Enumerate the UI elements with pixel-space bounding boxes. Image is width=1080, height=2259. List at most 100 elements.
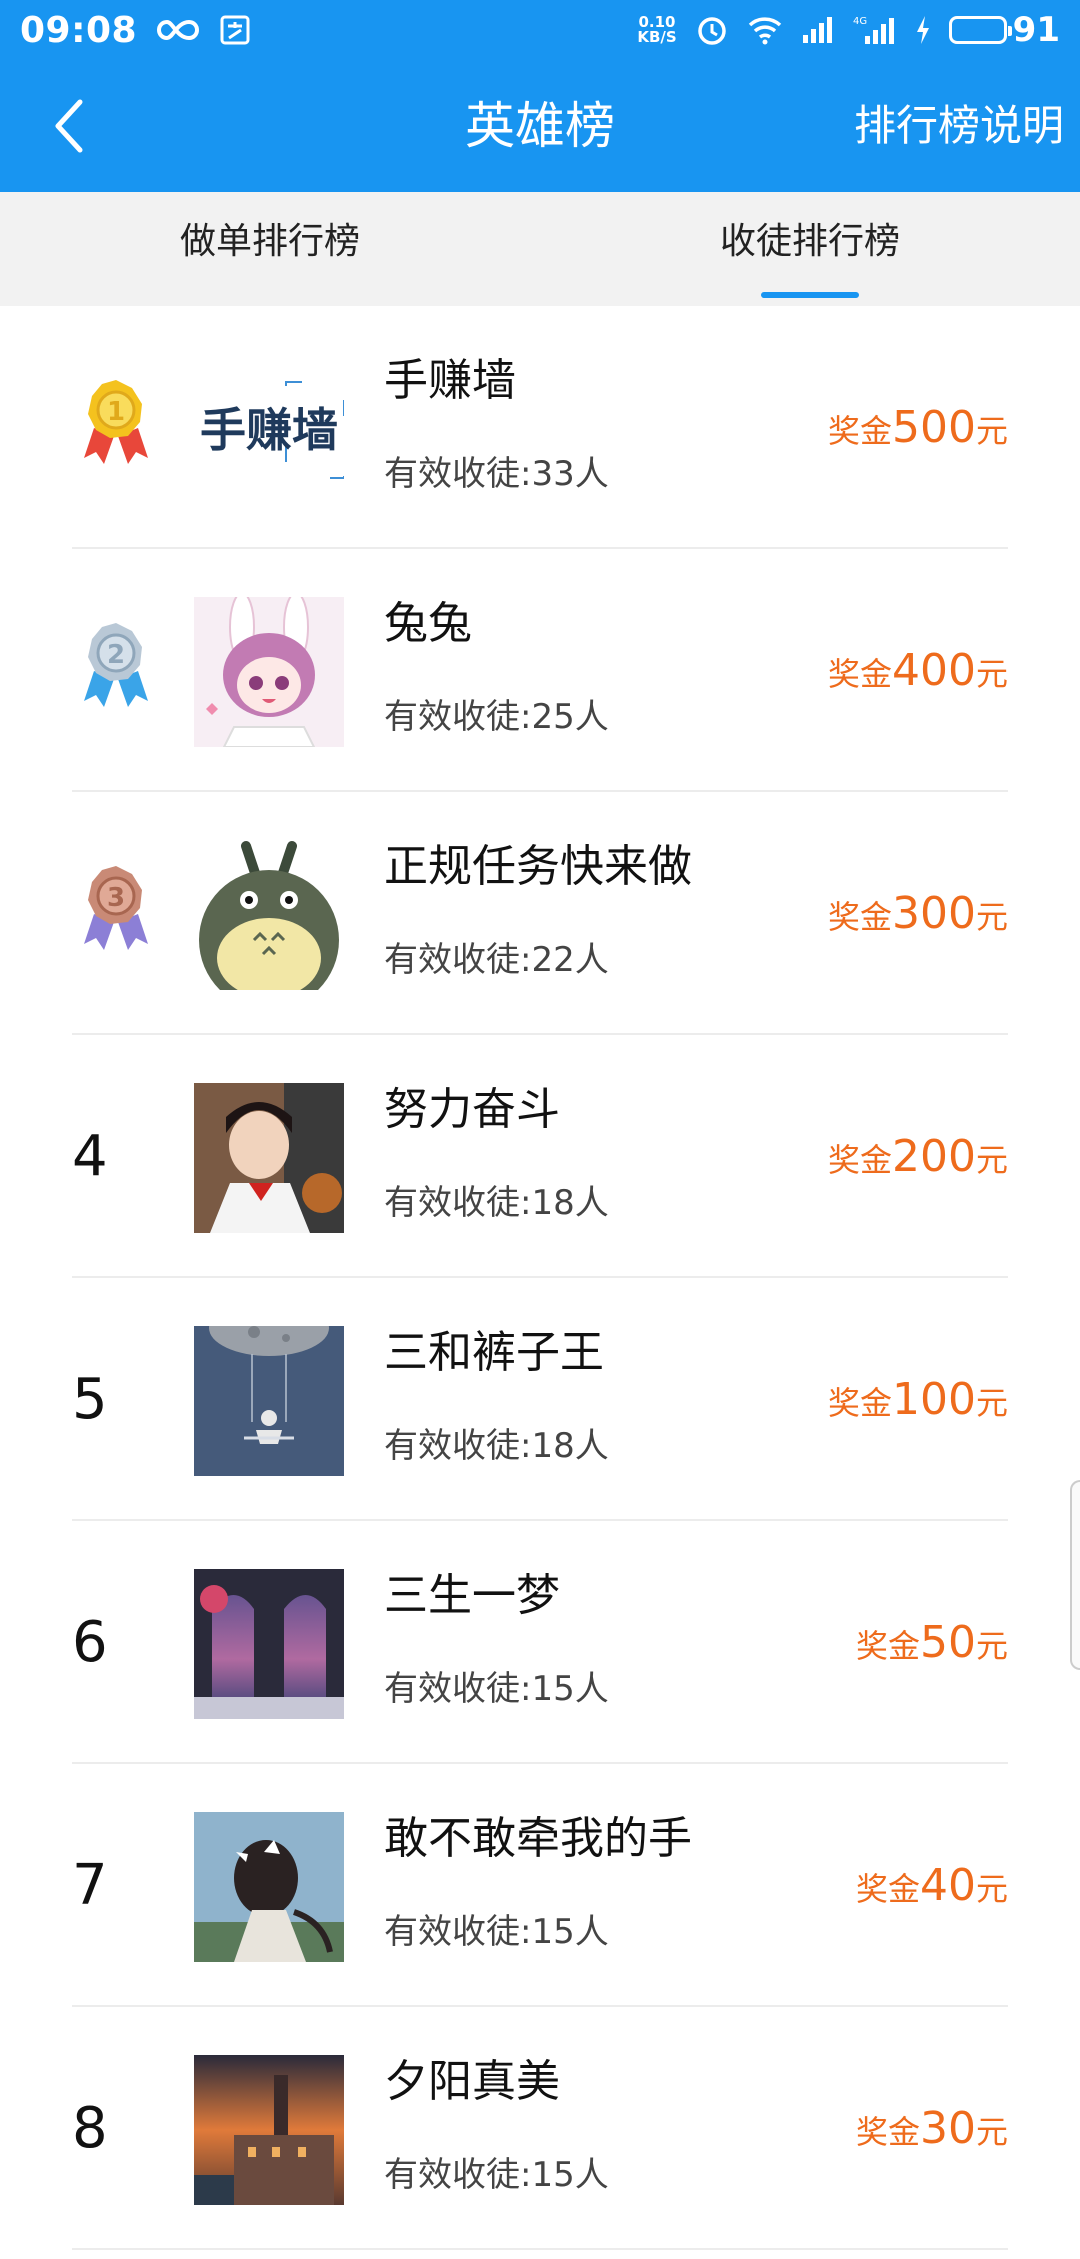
reward-label: 奖金 xyxy=(827,412,892,450)
status-bar: 09:08 0.10 KB/S 4G 91 xyxy=(0,0,1080,60)
reward-label: 奖金 xyxy=(827,655,892,693)
recruit-count: 有效收徒:22人 xyxy=(384,940,609,980)
rank-number: 7 xyxy=(72,1853,108,1918)
status-time: 09:08 xyxy=(20,9,138,51)
avatar: 手赚墙 xyxy=(194,354,344,504)
battery-icon xyxy=(948,16,1012,44)
reward: 奖金40元 xyxy=(856,1764,1008,2007)
battery-indicator: 91 xyxy=(948,10,1060,50)
recruit-count: 有效收徒:15人 xyxy=(384,2155,609,2195)
user-name: 三生一梦 xyxy=(384,1570,560,1621)
rank-number: 3 xyxy=(107,883,125,913)
tab-recruit-ranking[interactable]: 收徒排行榜 xyxy=(540,192,1080,306)
reward-amount: 400 xyxy=(892,645,976,696)
reward-label: 奖金 xyxy=(827,1141,892,1179)
rank-number: 1 xyxy=(107,397,125,427)
reward: 奖金50元 xyxy=(856,1521,1008,1764)
charging-icon xyxy=(915,15,931,45)
tab-bar: 做单排行榜 收徒排行榜 xyxy=(0,192,1080,306)
infinity-icon xyxy=(155,18,201,42)
avatar xyxy=(194,1812,344,1962)
reward-label: 奖金 xyxy=(827,898,892,936)
user-name: 兔兔 xyxy=(384,598,472,649)
ranking-row[interactable]: 2 兔兔 有效收徒:25人 奖金400元 xyxy=(72,549,1008,792)
rank-number: 5 xyxy=(72,1367,108,1432)
user-name: 三和裤子王 xyxy=(384,1327,604,1378)
reward-amount: 200 xyxy=(892,1131,976,1182)
net-speed-unit: KB/S xyxy=(637,28,677,46)
gold-medal-icon: 1 xyxy=(76,376,156,476)
ranking-row[interactable]: 8 夕阳真美 有效收徒:15人 奖金30元 xyxy=(72,2007,1008,2250)
ranking-row[interactable]: 7 敢不敢牵我的手 有效收徒:15人 奖金40元 xyxy=(72,1764,1008,2007)
wifi-icon xyxy=(747,15,783,45)
user-name: 努力奋斗 xyxy=(384,1084,560,1135)
reward-unit: 元 xyxy=(975,1627,1008,1665)
avatar xyxy=(194,1326,344,1476)
user-name: 正规任务快来做 xyxy=(384,841,692,892)
reward: 奖金500元 xyxy=(828,306,1008,549)
net-speed: 0.10 KB/S xyxy=(637,15,676,45)
signal-icon xyxy=(801,15,835,45)
recruit-count: 有效收徒:15人 xyxy=(384,1669,609,1709)
reward: 奖金300元 xyxy=(828,792,1008,1035)
recruit-count: 有效收徒:33人 xyxy=(384,454,609,494)
reward-unit: 元 xyxy=(975,898,1008,936)
reward-amount: 50 xyxy=(919,1617,976,1668)
ranking-row[interactable]: 4 努力奋斗 有效收徒:18人 奖金200元 xyxy=(72,1035,1008,1278)
avatar xyxy=(194,2055,344,2205)
tab-task-ranking[interactable]: 做单排行榜 xyxy=(0,192,540,306)
reward: 奖金30元 xyxy=(856,2007,1008,2250)
reward: 奖金100元 xyxy=(828,1278,1008,1521)
app-header: 英雄榜 排行榜说明 xyxy=(0,60,1080,192)
ranking-row[interactable]: 1 手赚墙 手赚墙 有效收徒:33人 奖金500元 xyxy=(72,306,1008,549)
reward-amount: 40 xyxy=(919,1860,976,1911)
user-name: 夕阳真美 xyxy=(384,2056,560,2107)
battery-percent: 91 xyxy=(1012,10,1060,50)
recruit-count: 有效收徒:18人 xyxy=(384,1183,609,1223)
alarm-icon xyxy=(695,13,729,47)
avatar xyxy=(194,1569,344,1719)
reward-label: 奖金 xyxy=(827,1384,892,1422)
active-tab-indicator xyxy=(761,292,859,298)
reward-amount: 30 xyxy=(919,2103,976,2154)
user-name: 敢不敢牵我的手 xyxy=(384,1813,692,1864)
reward-unit: 元 xyxy=(975,655,1008,693)
reward-unit: 元 xyxy=(975,1141,1008,1179)
reward-amount: 300 xyxy=(892,888,976,939)
avatar xyxy=(194,597,344,747)
reward-label: 奖金 xyxy=(855,1627,920,1665)
reward-unit: 元 xyxy=(975,1384,1008,1422)
reward-amount: 500 xyxy=(892,402,976,453)
recruit-count: 有效收徒:25人 xyxy=(384,697,609,737)
bronze-medal-icon: 3 xyxy=(76,862,156,962)
rank-number: 8 xyxy=(72,2096,108,2161)
silver-medal-icon: 2 xyxy=(76,619,156,719)
reward-amount: 100 xyxy=(892,1374,976,1425)
signal-4g-icon: 4G xyxy=(853,14,897,46)
tab-label: 做单排行榜 xyxy=(179,221,360,262)
ranking-row[interactable]: 6 三生一梦 有效收徒:15人 奖金50元 xyxy=(72,1521,1008,1764)
rank-number: 2 xyxy=(107,640,125,670)
recruit-count: 有效收徒:18人 xyxy=(384,1426,609,1466)
user-name: 手赚墙 xyxy=(384,355,516,406)
network-type-label: 4G xyxy=(853,16,867,27)
rank-number: 4 xyxy=(72,1124,108,1189)
avatar xyxy=(194,1083,344,1233)
reward-unit: 元 xyxy=(975,1870,1008,1908)
ranking-row[interactable]: 3 正规任务快来做 有效收徒:22人 奖金300元 xyxy=(72,792,1008,1035)
ranking-list: 1 手赚墙 手赚墙 有效收徒:33人 奖金500元 2 兔兔 有效收徒:25人 … xyxy=(0,306,1080,2250)
reward: 奖金400元 xyxy=(828,549,1008,792)
ranking-row[interactable]: 5 三和裤子王 有效收徒:18人 奖金100元 xyxy=(72,1278,1008,1521)
avatar xyxy=(194,840,344,990)
recruit-count: 有效收徒:15人 xyxy=(384,1912,609,1952)
tab-label: 收徒排行榜 xyxy=(719,221,900,262)
app-notification-icon xyxy=(219,14,251,46)
reward: 奖金200元 xyxy=(828,1035,1008,1278)
avatar-logo-text: 手赚墙 xyxy=(200,403,338,457)
reward-unit: 元 xyxy=(975,2113,1008,2151)
reward-label: 奖金 xyxy=(855,2113,920,2151)
reward-unit: 元 xyxy=(975,412,1008,450)
reward-label: 奖金 xyxy=(855,1870,920,1908)
leaderboard-help-link[interactable]: 排行榜说明 xyxy=(854,60,1064,192)
scroll-handle[interactable] xyxy=(1070,1480,1080,1670)
